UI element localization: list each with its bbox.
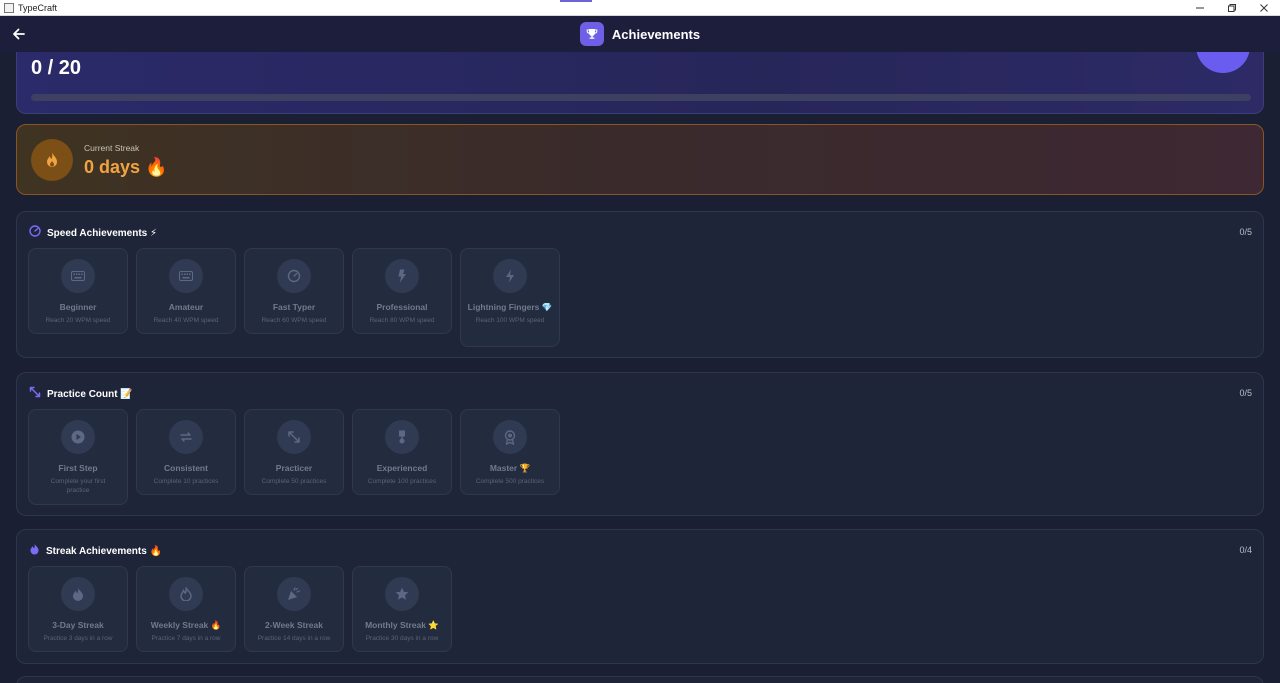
bolt-icon [385, 259, 419, 293]
achievement-desc: Complete 10 practices [153, 478, 219, 485]
titlebar-accent [560, 0, 592, 2]
flame-icon [31, 139, 73, 181]
section-header: Streak Achievements 🔥 [29, 542, 162, 560]
achievement-name: Monthly Streak ⭐ [365, 620, 439, 630]
section-practice-count: Practice Count 📝 0/5 First Step Complete… [16, 372, 1264, 516]
achievement-card[interactable]: Professional Reach 80 WPM speed [352, 248, 452, 334]
window-controls [1184, 0, 1280, 16]
achievement-card[interactable]: First Step Complete your first practice [28, 409, 128, 505]
expand-arrows-icon [277, 420, 311, 454]
speedometer-icon [277, 259, 311, 293]
section-header: Speed Achievements ⚡ [29, 224, 157, 242]
star-icon [385, 577, 419, 611]
section-count: 0/5 [1239, 227, 1252, 237]
achievement-card[interactable]: 2-Week Streak Practice 14 days in a row [244, 566, 344, 652]
restore-icon[interactable] [1216, 0, 1248, 16]
progress-count: 0 / 20 [31, 57, 82, 79]
achievement-desc: Complete your first practice [50, 478, 106, 494]
section-title: Speed Achievements ⚡ [47, 227, 158, 239]
trophy-icon [579, 22, 604, 46]
streak-label: Current Streak [84, 143, 140, 153]
achievement-desc: Practice 3 days in a row [43, 635, 113, 642]
streak-value: 0 days 🔥 [84, 157, 168, 177]
flame-icon [29, 542, 40, 560]
achievement-desc: Complete 50 practices [261, 478, 327, 485]
window-title: TypeCraft [18, 2, 58, 13]
achievement-desc: Reach 80 WPM speed [369, 317, 435, 324]
achievement-name: Fast Typer [272, 302, 316, 312]
achievement-desc: Practice 7 days in a row [151, 635, 221, 642]
achievement-desc: Complete 100 practices [367, 478, 437, 485]
achievement-desc: Practice 14 days in a row [257, 635, 331, 642]
achievements-content[interactable]: 0 / 20 0% Current Streak 0 days 🔥 Speed … [0, 52, 1280, 683]
achievement-desc: Reach 100 WPM speed [475, 317, 545, 324]
achievement-desc: Reach 20 WPM speed [45, 317, 111, 324]
minimize-icon[interactable] [1184, 0, 1216, 16]
achievement-name: Professional [376, 302, 428, 312]
achievement-list: Beginner Reach 20 WPM speed Amateur Reac… [28, 248, 560, 347]
achievement-card[interactable]: Beginner Reach 20 WPM speed [28, 248, 128, 334]
section-count: 0/4 [1239, 545, 1252, 555]
page-title: Achievements [611, 26, 701, 42]
section-speed-achievements: Speed Achievements ⚡ 0/5 Beginner Reach … [16, 211, 1264, 358]
achievement-name: 2-Week Streak [265, 620, 323, 630]
window-titlebar: TypeCraft [0, 0, 1280, 16]
expand-arrows-icon [29, 385, 41, 403]
achievement-card[interactable]: Experienced Complete 100 practices [352, 409, 452, 495]
medal-icon [385, 420, 419, 454]
flame-icon [61, 577, 95, 611]
section-header: Practice Count 📝 [29, 385, 133, 403]
section-streak-achievements: Streak Achievements 🔥 0/4 3-Day Streak P… [16, 529, 1264, 664]
achievement-list: First Step Complete your first practice … [28, 409, 560, 505]
achievement-name: Amateur [168, 302, 204, 312]
achievement-card[interactable]: Weekly Streak 🔥 Practice 7 days in a row [136, 566, 236, 652]
bolt-icon [493, 259, 527, 293]
achievement-name: Beginner [59, 302, 97, 312]
achievement-card[interactable]: Master 🏆 Complete 500 practices [460, 409, 560, 495]
achievement-card[interactable]: Monthly Streak ⭐ Practice 30 days in a r… [352, 566, 452, 652]
section-count: 0/5 [1239, 388, 1252, 398]
header-title-group: Achievements [579, 22, 701, 46]
achievement-card[interactable]: Fast Typer Reach 60 WPM speed [244, 248, 344, 334]
repeat-icon [169, 420, 203, 454]
keyboard-icon [169, 259, 203, 293]
close-icon[interactable] [1248, 0, 1280, 16]
achievement-name: Consistent [164, 463, 208, 473]
play-icon [61, 420, 95, 454]
section-title: Streak Achievements 🔥 [46, 545, 163, 557]
achievement-desc: Reach 60 WPM speed [261, 317, 327, 324]
achievement-desc: Practice 30 days in a row [365, 635, 439, 642]
party-icon [277, 577, 311, 611]
achievement-desc: Reach 40 WPM speed [153, 317, 219, 324]
progress-percent-badge: 0% [1196, 52, 1250, 73]
achievement-name: Master 🏆 [489, 463, 531, 473]
achievement-name: 3-Day Streak [52, 620, 104, 630]
app-icon [4, 2, 14, 13]
achievement-desc: Complete 500 practices [475, 478, 545, 485]
overall-progress-card: 0 / 20 0% [16, 52, 1264, 114]
achievement-card[interactable]: 3-Day Streak Practice 3 days in a row [28, 566, 128, 652]
achievement-name: Weekly Streak 🔥 [150, 620, 222, 630]
app-header: Achievements [0, 16, 1280, 52]
achievement-card[interactable]: Consistent Complete 10 practices [136, 409, 236, 495]
achievement-card[interactable]: Practicer Complete 50 practices [244, 409, 344, 495]
keyboard-icon [61, 259, 95, 293]
achievement-name: Lightning Fingers 💎 [467, 302, 553, 312]
fire-icon [169, 577, 203, 611]
speedometer-icon [29, 224, 41, 242]
section-title: Practice Count 📝 [47, 388, 133, 400]
award-icon [493, 420, 527, 454]
achievement-name: Experienced [376, 463, 428, 473]
achievement-card[interactable]: Lightning Fingers 💎 Reach 100 WPM speed [460, 248, 560, 347]
section-next-partial [16, 676, 1264, 683]
achievement-card[interactable]: Amateur Reach 40 WPM speed [136, 248, 236, 334]
current-streak-card: Current Streak 0 days 🔥 [16, 124, 1264, 195]
back-arrow-icon[interactable] [10, 25, 28, 43]
achievement-name: First Step [58, 463, 98, 473]
progress-bar [31, 94, 1251, 101]
progress-percent: 0% [1214, 52, 1231, 55]
achievement-name: Practicer [275, 463, 313, 473]
achievement-list: 3-Day Streak Practice 3 days in a row We… [28, 566, 452, 652]
